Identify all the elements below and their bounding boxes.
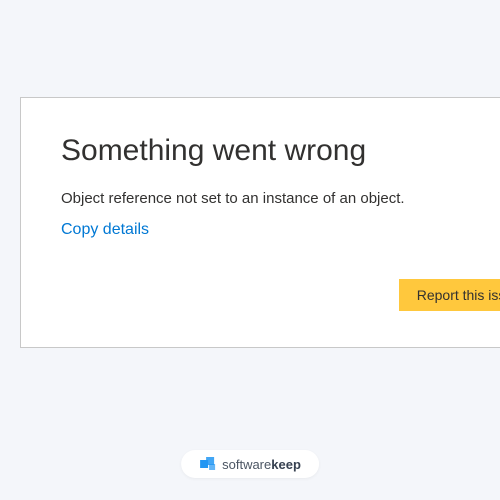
report-issue-button[interactable]: Report this issue — [399, 279, 500, 311]
brand-name-part1: software — [222, 457, 271, 472]
brand-badge: softwarekeep — [181, 450, 319, 478]
dialog-title: Something went wrong — [61, 134, 500, 168]
dialog-message: Object reference not set to an instance … — [61, 190, 500, 207]
error-dialog: Something went wrong Object reference no… — [20, 97, 500, 348]
copy-details-link[interactable]: Copy details — [61, 221, 149, 239]
brand-name-part2: keep — [271, 457, 301, 472]
dialog-button-row: Report this issue — [61, 279, 500, 311]
softwarekeep-logo-icon — [199, 455, 217, 473]
brand-name: softwarekeep — [222, 457, 301, 472]
